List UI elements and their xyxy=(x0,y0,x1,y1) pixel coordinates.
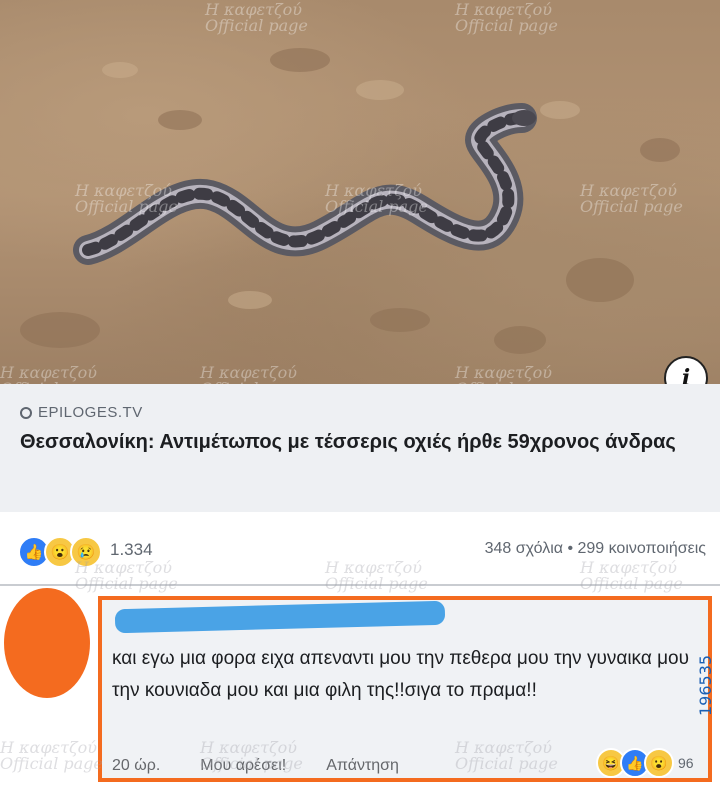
comment-reactions[interactable]: 😆 👍 😮 96 xyxy=(596,748,694,778)
comment-time[interactable]: 20 ώρ. xyxy=(112,757,160,775)
comment-actions: 20 ώρ. Μου αρέσει! Απάντηση xyxy=(112,757,439,775)
post-stats[interactable]: 348 σχόλια • 299 κοινοποιήσεις xyxy=(485,540,706,558)
comment-text: και εγω μια φορα ειχα απεναντι μου την π… xyxy=(112,648,689,701)
source-label: EPILOGES.TV xyxy=(38,404,143,421)
image-id-label: 196535 xyxy=(696,654,715,716)
reply-button[interactable]: Απάντηση xyxy=(326,757,399,775)
wow-reaction-icon: 😮 xyxy=(644,748,674,778)
link-icon xyxy=(20,406,32,419)
source-domain: EPILOGES.TV xyxy=(20,404,143,421)
link-headline[interactable]: Θεσσαλονίκη: Αντιμέτωπος με τέσσερις οχι… xyxy=(20,428,680,457)
like-button[interactable]: Μου αρέσει! xyxy=(200,757,286,775)
snake-illustration xyxy=(20,48,680,354)
reaction-icons[interactable]: 👍 😮 😢 xyxy=(18,536,102,568)
comment-reaction-count: 96 xyxy=(678,755,694,771)
post-image[interactable]: Η καφετζού Official page Η καφετζού Offici… xyxy=(0,0,720,384)
sad-reaction-icon: 😢 xyxy=(70,536,102,568)
avatar[interactable] xyxy=(4,588,90,698)
reaction-count[interactable]: 1.334 xyxy=(110,540,153,560)
